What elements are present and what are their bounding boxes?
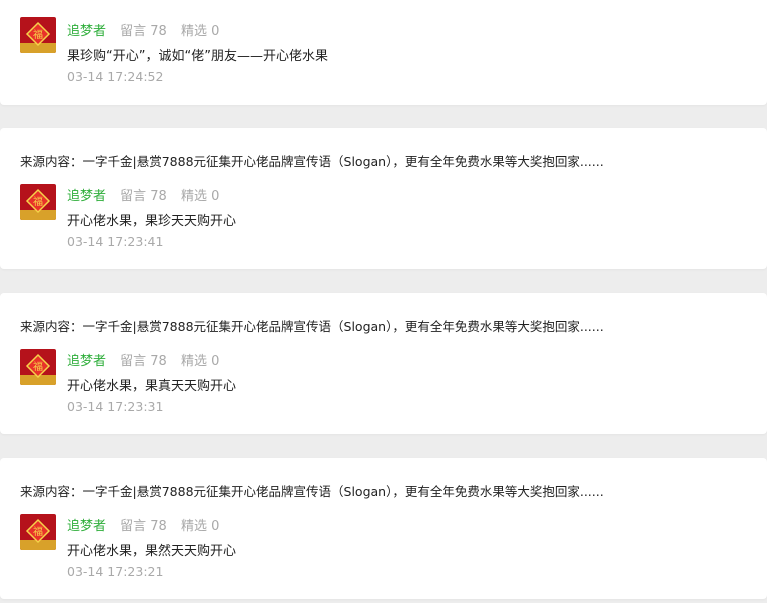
message-card: 来源内容：一字千金|悬赏7888元征集开心佬品牌宣传语（Slogan），更有全年…: [0, 458, 767, 599]
svg-text:福: 福: [33, 28, 43, 41]
avatar[interactable]: 福: [20, 514, 56, 550]
comment-count: 留言 78: [120, 354, 167, 369]
comment-text: 果珍购“开心”，诚如“佬”朋友——开心佬水果: [67, 49, 328, 64]
source-content-link[interactable]: 来源内容：一字千金|悬赏7888元征集开心佬品牌宣传语（Slogan），更有全年…: [20, 481, 604, 500]
user-meta: 追梦者 留言 78 精选 0: [67, 515, 229, 534]
user-meta: 追梦者 留言 78 精选 0: [67, 350, 229, 369]
featured-count: 精选 0: [180, 354, 220, 369]
svg-text:福: 福: [33, 525, 43, 538]
svg-text:福: 福: [33, 195, 43, 208]
timestamp: 03-14 17:24:52: [67, 69, 164, 84]
message-card: 来源内容：一字千金|悬赏7888元征集开心佬品牌宣传语（Slogan），更有全年…: [0, 128, 767, 269]
featured-count: 精选 0: [180, 519, 220, 534]
user-meta: 追梦者 留言 78 精选 0: [67, 185, 229, 204]
comment-text: 开心佬水果，果珍天天购开心: [67, 214, 237, 229]
comment-text: 开心佬水果，果真天天购开心: [67, 379, 237, 394]
source-content-link[interactable]: 来源内容：一字千金|悬赏7888元征集开心佬品牌宣传语（Slogan），更有全年…: [20, 316, 604, 335]
comment-count: 留言 78: [120, 519, 167, 534]
featured-count: 精选 0: [180, 24, 220, 39]
source-content-link[interactable]: 来源内容：一字千金|悬赏7888元征集开心佬品牌宣传语（Slogan），更有全年…: [20, 151, 604, 170]
message-card: 福 追梦者 留言 78 精选 0 果珍购“开心”，诚如“佬”朋友——开心佬水果 …: [0, 0, 767, 105]
nickname[interactable]: 追梦者: [67, 354, 106, 369]
featured-count: 精选 0: [180, 189, 220, 204]
timestamp: 03-14 17:23:41: [67, 234, 164, 249]
timestamp: 03-14 17:23:31: [67, 399, 164, 414]
fu-avatar-icon: 福: [20, 349, 56, 385]
comment-text: 开心佬水果，果然天天购开心: [67, 544, 237, 559]
fu-avatar-icon: 福: [20, 184, 56, 220]
nickname[interactable]: 追梦者: [67, 519, 106, 534]
nickname[interactable]: 追梦者: [67, 24, 106, 39]
comment-count: 留言 78: [120, 24, 167, 39]
avatar[interactable]: 福: [20, 349, 56, 385]
comment-count: 留言 78: [120, 189, 167, 204]
avatar[interactable]: 福: [20, 17, 56, 53]
fu-avatar-icon: 福: [20, 17, 56, 53]
avatar[interactable]: 福: [20, 184, 56, 220]
svg-text:福: 福: [33, 360, 43, 373]
message-card: 来源内容：一字千金|悬赏7888元征集开心佬品牌宣传语（Slogan），更有全年…: [0, 293, 767, 434]
timestamp: 03-14 17:23:21: [67, 564, 164, 579]
user-meta: 追梦者 留言 78 精选 0: [67, 20, 229, 39]
nickname[interactable]: 追梦者: [67, 189, 106, 204]
fu-avatar-icon: 福: [20, 514, 56, 550]
